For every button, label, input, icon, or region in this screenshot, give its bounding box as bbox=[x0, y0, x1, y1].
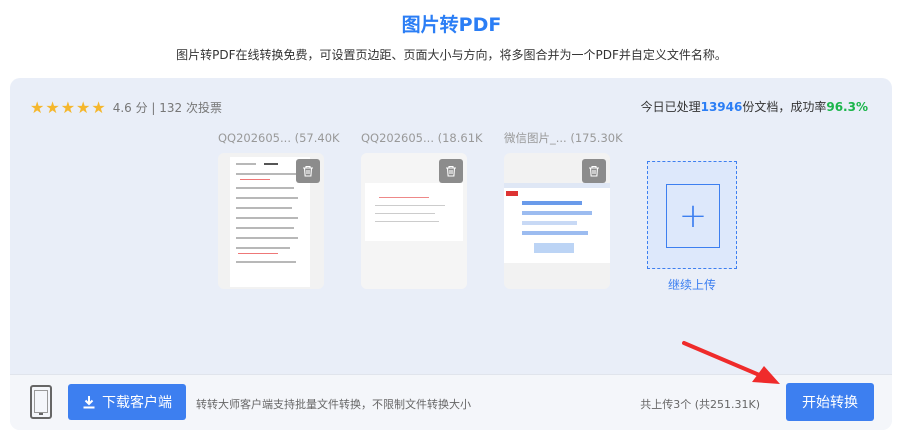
red-arrow-annotation bbox=[682, 341, 780, 384]
file-name: 微信图片_... (175.30K bbox=[504, 131, 623, 145]
file-item[interactable]: QQ202605... (18.61K bbox=[361, 131, 483, 289]
file-thumbnail[interactable] bbox=[361, 153, 467, 289]
download-client-button[interactable]: 下载客户端 bbox=[68, 384, 186, 420]
delete-button[interactable] bbox=[582, 159, 606, 183]
trash-icon bbox=[446, 165, 456, 177]
trash-icon bbox=[303, 165, 313, 177]
document-preview bbox=[504, 183, 610, 263]
continue-upload-link[interactable]: 继续上传 bbox=[647, 276, 737, 293]
file-list: QQ202605... (57.40K QQ202605... (18.61K … bbox=[218, 131, 647, 289]
phone-icon bbox=[30, 385, 52, 419]
rating-score: 4.6 分 | 132 次投票 bbox=[112, 101, 223, 115]
file-thumbnail[interactable] bbox=[504, 153, 610, 289]
download-client-label: 下载客户端 bbox=[102, 395, 172, 411]
file-name: QQ202605... (18.61K bbox=[361, 131, 483, 145]
file-name: QQ202605... (57.40K bbox=[218, 131, 340, 145]
stats-middle: 份文档，成功率 bbox=[742, 100, 827, 114]
download-icon bbox=[83, 396, 95, 409]
file-item[interactable]: QQ202605... (57.40K bbox=[218, 131, 340, 289]
trash-icon bbox=[589, 165, 599, 177]
star-icon[interactable]: ★★★★★ bbox=[30, 98, 107, 117]
add-file-frame: + bbox=[666, 184, 720, 248]
processing-stats: 今日已处理13946份文档，成功率96.3% bbox=[641, 98, 868, 115]
upload-total: 共上传3个 (共251.31K) bbox=[640, 398, 760, 411]
page-title: 图片转PDF bbox=[401, 14, 502, 36]
page: 图片转PDF 图片转PDF在线转换免费，可设置页边距、页面大小与方向，将多图合并… bbox=[0, 0, 903, 442]
rating: ★★★★★ 4.6 分 | 132 次投票 bbox=[30, 98, 222, 117]
stats-count: 13946 bbox=[700, 100, 743, 114]
page-subtitle: 图片转PDF在线转换免费，可设置页边距、页面大小与方向，将多图合并为一个PDF并… bbox=[176, 48, 727, 62]
add-file-button[interactable]: + bbox=[647, 161, 737, 269]
start-convert-button[interactable]: 开始转换 bbox=[786, 383, 874, 421]
plus-icon: + bbox=[678, 196, 708, 236]
delete-button[interactable] bbox=[296, 159, 320, 183]
client-note: 转转大师客户端支持批量文件转换，不限制文件转换大小 bbox=[196, 398, 471, 411]
stats-rate: 96.3% bbox=[826, 100, 868, 114]
file-thumbnail[interactable] bbox=[218, 153, 324, 289]
stats-prefix: 今日已处理 bbox=[640, 100, 701, 114]
file-item[interactable]: 微信图片_... (175.30K bbox=[504, 131, 623, 289]
delete-button[interactable] bbox=[439, 159, 463, 183]
